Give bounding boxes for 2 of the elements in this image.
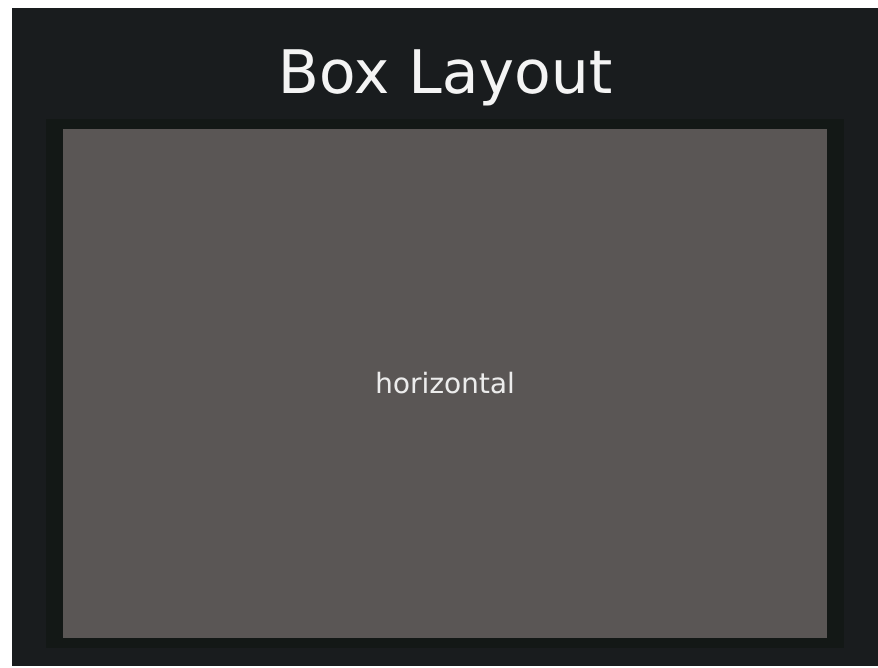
- box-label: horizontal: [375, 366, 515, 402]
- title: Box Layout: [278, 37, 612, 110]
